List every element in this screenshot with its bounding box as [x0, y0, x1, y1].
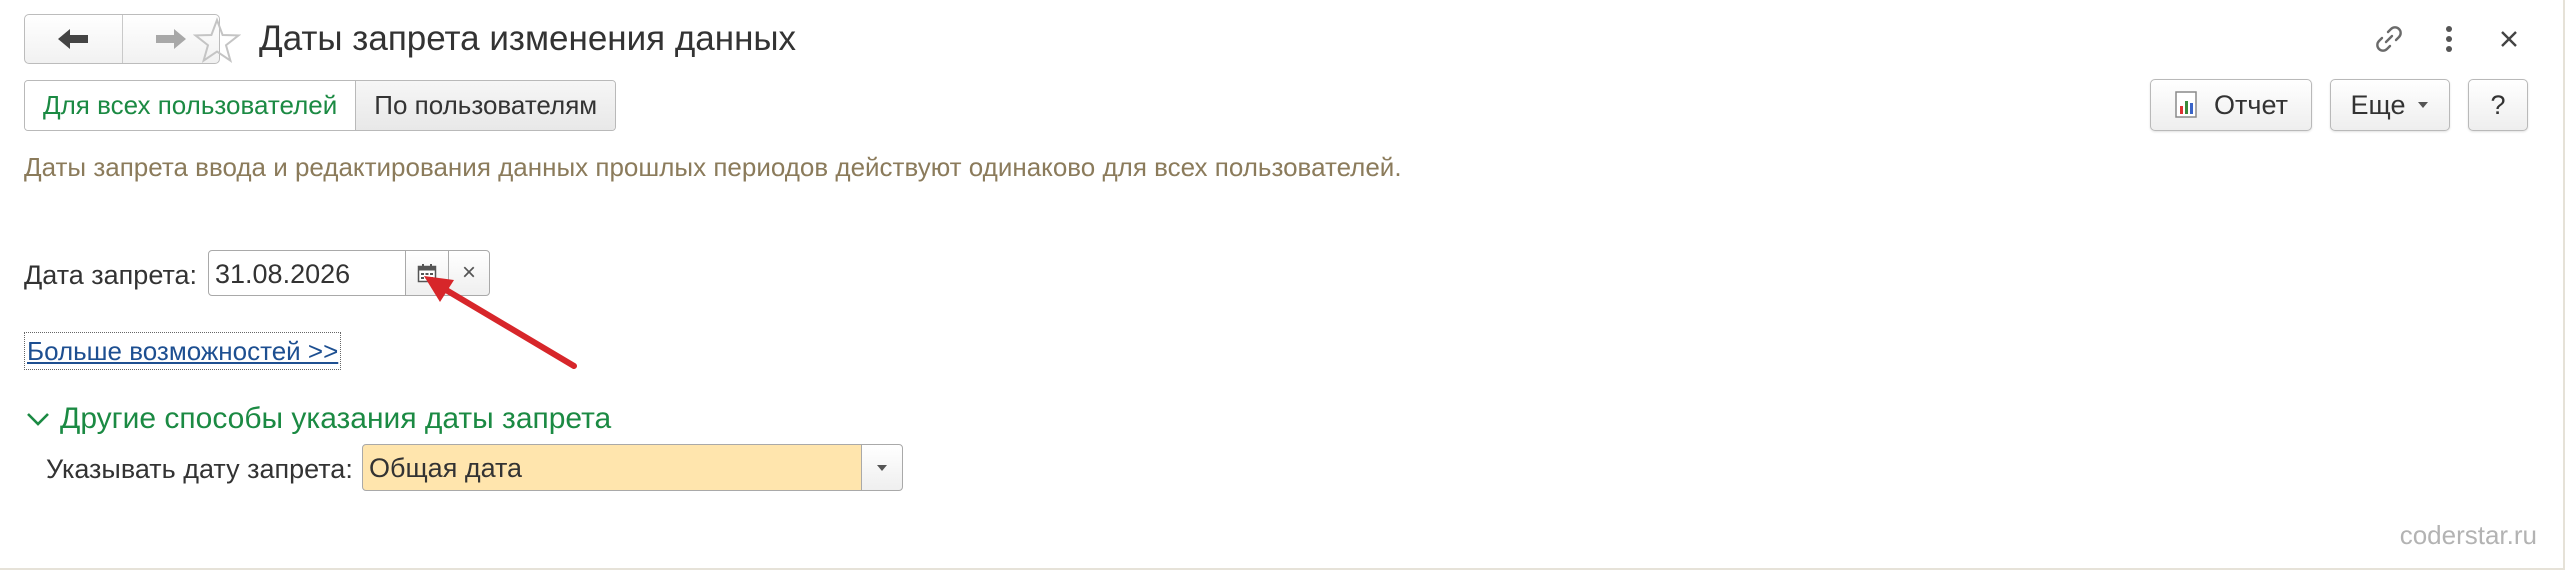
- annotation-arrow: [424, 276, 577, 369]
- date-field-label: Дата запрета:: [24, 260, 198, 290]
- chevron-down-icon: [877, 464, 887, 471]
- close-button[interactable]: [2486, 16, 2532, 62]
- help-button[interactable]: ?: [2468, 79, 2528, 131]
- tab-all-users[interactable]: Для всех пользователей: [25, 81, 357, 130]
- star-icon: [193, 17, 241, 63]
- other-methods-group-title: Другие способы указания даты запрета: [60, 402, 612, 435]
- help-button-label: ?: [2490, 89, 2506, 120]
- info-text: Даты запрета ввода и редактирования данн…: [24, 152, 1402, 182]
- more-actions-button[interactable]: [2426, 16, 2472, 62]
- more-menu-label: Еще: [2350, 89, 2406, 120]
- report-icon: [2175, 91, 2197, 118]
- favorite-button[interactable]: [190, 14, 244, 68]
- date-kind-label: Указывать дату запрета:: [46, 454, 353, 484]
- report-button-label: Отчет: [2214, 89, 2288, 120]
- tab-by-users[interactable]: По пользователям: [356, 81, 616, 130]
- link-icon: [2376, 26, 2402, 52]
- more-menu-button[interactable]: Еще: [2330, 79, 2450, 131]
- mode-tabs: Для всех пользователей По пользователям: [24, 80, 617, 131]
- more-vertical-icon: [2446, 26, 2452, 52]
- back-button[interactable]: [25, 15, 122, 63]
- date-kind-select[interactable]: Общая дата: [362, 444, 862, 491]
- report-button[interactable]: Отчет: [2150, 79, 2312, 131]
- arrow-right-icon: [155, 29, 186, 49]
- date-input[interactable]: 31.08.2026: [208, 250, 406, 296]
- arrow-left-icon: [58, 29, 89, 49]
- chevron-down-icon: [2418, 102, 2429, 108]
- chevron-down-icon: [27, 413, 49, 426]
- close-icon: [2501, 31, 2517, 47]
- watermark: coderstar.ru: [2399, 520, 2537, 550]
- other-methods-group-header[interactable]: Другие способы указания даты запрета: [26, 398, 611, 440]
- link-button[interactable]: [2366, 16, 2412, 62]
- date-kind-dropdown-button[interactable]: [861, 444, 903, 491]
- more-options-link[interactable]: Больше возможностей >>: [24, 332, 342, 370]
- window-title: Даты запрета изменения данных: [259, 19, 797, 58]
